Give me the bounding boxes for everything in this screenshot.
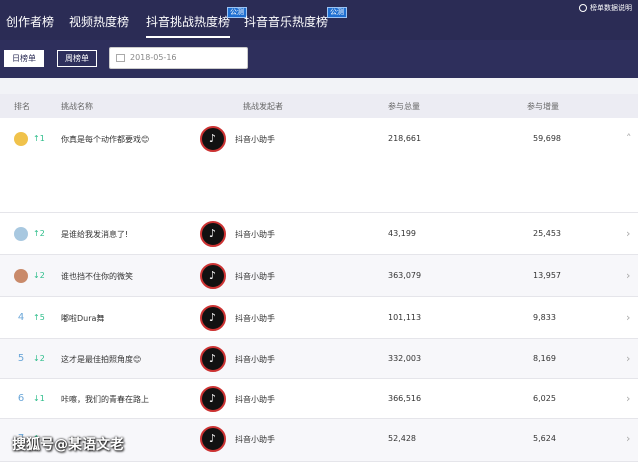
date-picker[interactable]: 2018-05-16: [109, 47, 248, 69]
chevron-right-icon[interactable]: ›: [626, 269, 630, 282]
author-name[interactable]: 抖音小助手: [235, 434, 275, 445]
table-row[interactable]: ↑2 是谁给我发消息了! 抖音小助手 43,199 25,453 ›: [0, 213, 638, 255]
rank-trend: ↑2: [33, 229, 45, 238]
total-count: 366,516: [388, 394, 422, 403]
increment-count: 59,698: [533, 134, 561, 143]
rank-trend: ↓1: [33, 394, 45, 403]
header-author: 挑战发起者: [243, 102, 283, 111]
tab-creators[interactable]: 创作者榜: [6, 13, 54, 30]
chevron-right-icon[interactable]: ›: [626, 227, 630, 240]
increment-count: 13,957: [533, 271, 561, 280]
author-avatar[interactable]: [200, 305, 226, 331]
table-row[interactable]: 6 ↓1 咔嚓，我们的青春在路上 抖音小助手 366,516 6,025 ›: [0, 379, 638, 419]
challenge-name[interactable]: 谁也挡不住你的微笑: [61, 271, 133, 282]
increment-count: 8,169: [533, 354, 556, 363]
tab-music-hot[interactable]: 抖音音乐热度榜: [244, 13, 328, 30]
data-explain-link[interactable]: 榜单数据说明: [579, 3, 632, 13]
header-total: 参与总量: [388, 102, 420, 111]
beta-badge: 公测: [327, 7, 347, 18]
header-rank: 排名: [14, 102, 30, 111]
rank-number: 4: [17, 312, 25, 323]
gold-medal-icon: [14, 132, 28, 146]
rank-trend: ↓2: [33, 354, 45, 363]
rank-trend: ↑1: [33, 134, 45, 143]
chevron-up-icon[interactable]: ˄: [626, 132, 632, 145]
tab-challenge-hot[interactable]: 抖音挑战热度榜: [146, 13, 231, 38]
header-name: 挑战名称: [61, 102, 93, 111]
author-name[interactable]: 抖音小助手: [235, 354, 275, 365]
table-row[interactable]: 5 ↓2 这才是最佳拍照角度😊 抖音小助手 332,003 8,169 ›: [0, 339, 638, 379]
table-header: 排名 挑战名称 挑战发起者 参与总量 参与增量: [0, 94, 638, 118]
total-count: 218,661: [388, 134, 422, 143]
author-avatar[interactable]: [200, 426, 226, 452]
author-name[interactable]: 抖音小助手: [235, 394, 275, 405]
table-row[interactable]: 4 ↑5 嘟啦Dura舞 抖音小助手 101,113 9,833 ›: [0, 297, 638, 339]
table-row[interactable]: ↓2 谁也挡不住你的微笑 抖音小助手 363,079 13,957 ›: [0, 255, 638, 297]
author-avatar[interactable]: [200, 346, 226, 372]
chevron-right-icon[interactable]: ›: [626, 432, 630, 445]
author-avatar[interactable]: [200, 386, 226, 412]
total-count: 43,199: [388, 229, 416, 238]
increment-count: 5,624: [533, 434, 556, 443]
rank-trend: ↓2: [33, 271, 45, 280]
challenge-name[interactable]: 咔嚓，我们的青春在路上: [61, 394, 149, 405]
table-row[interactable]: ↑1 你真是每个动作都要戏😊 抖音小助手 218,661 59,698 ˄: [0, 118, 638, 213]
chevron-right-icon[interactable]: ›: [626, 352, 630, 365]
challenge-name[interactable]: 是谁给我发消息了!: [61, 229, 128, 240]
data-explain-label: 榜单数据说明: [590, 4, 632, 12]
author-name[interactable]: 抖音小助手: [235, 313, 275, 324]
author-avatar[interactable]: [200, 263, 226, 289]
daily-button[interactable]: 日榜单: [4, 50, 44, 67]
header-increment: 参与增量: [527, 102, 559, 111]
silver-medal-icon: [14, 227, 28, 241]
tab-video-hot[interactable]: 视频热度榜: [69, 13, 129, 30]
rank-number: 6: [17, 393, 25, 404]
challenge-name[interactable]: 你真是每个动作都要戏😊: [61, 134, 149, 145]
date-value: 2018-05-16: [130, 53, 177, 62]
rank-number: 5: [17, 353, 25, 364]
bulb-icon: [579, 4, 587, 12]
author-name[interactable]: 抖音小助手: [235, 229, 275, 240]
rank-trend: ↑5: [33, 313, 45, 322]
total-count: 101,113: [388, 313, 422, 322]
calendar-icon: [116, 54, 125, 62]
increment-count: 9,833: [533, 313, 556, 322]
author-avatar[interactable]: [200, 126, 226, 152]
total-count: 332,003: [388, 354, 422, 363]
total-count: 363,079: [388, 271, 422, 280]
author-name[interactable]: 抖音小助手: [235, 134, 275, 145]
author-name[interactable]: 抖音小助手: [235, 271, 275, 282]
bronze-medal-icon: [14, 269, 28, 283]
challenge-name[interactable]: 嘟啦Dura舞: [61, 313, 104, 324]
total-count: 52,428: [388, 434, 416, 443]
increment-count: 25,453: [533, 229, 561, 238]
top-nav: 创作者榜 视频热度榜 抖音挑战热度榜 公测 抖音音乐热度榜 公测 榜单数据说明: [0, 0, 638, 40]
weekly-button[interactable]: 周榜单: [57, 50, 97, 67]
chevron-right-icon[interactable]: ›: [626, 311, 630, 324]
challenge-name[interactable]: 这才是最佳拍照角度😊: [61, 354, 141, 365]
watermark: 搜狐号@某语文老: [12, 437, 124, 453]
increment-count: 6,025: [533, 394, 556, 403]
chevron-right-icon[interactable]: ›: [626, 392, 630, 405]
author-avatar[interactable]: [200, 221, 226, 247]
